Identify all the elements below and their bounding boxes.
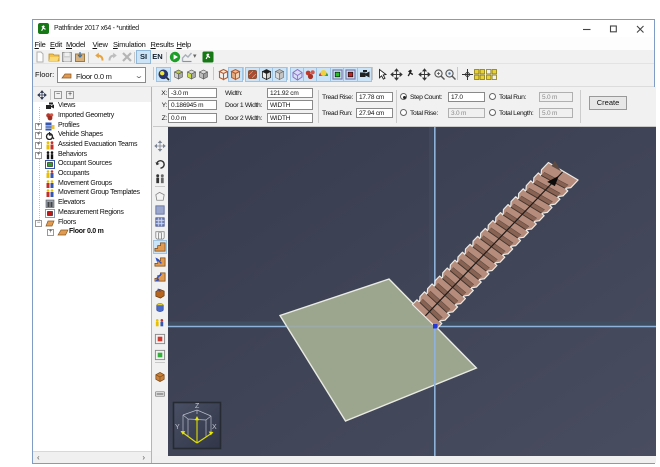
svg-text:X: X — [212, 424, 217, 431]
svg-text:Z: Z — [195, 403, 200, 410]
svg-text:Y: Y — [175, 424, 180, 431]
